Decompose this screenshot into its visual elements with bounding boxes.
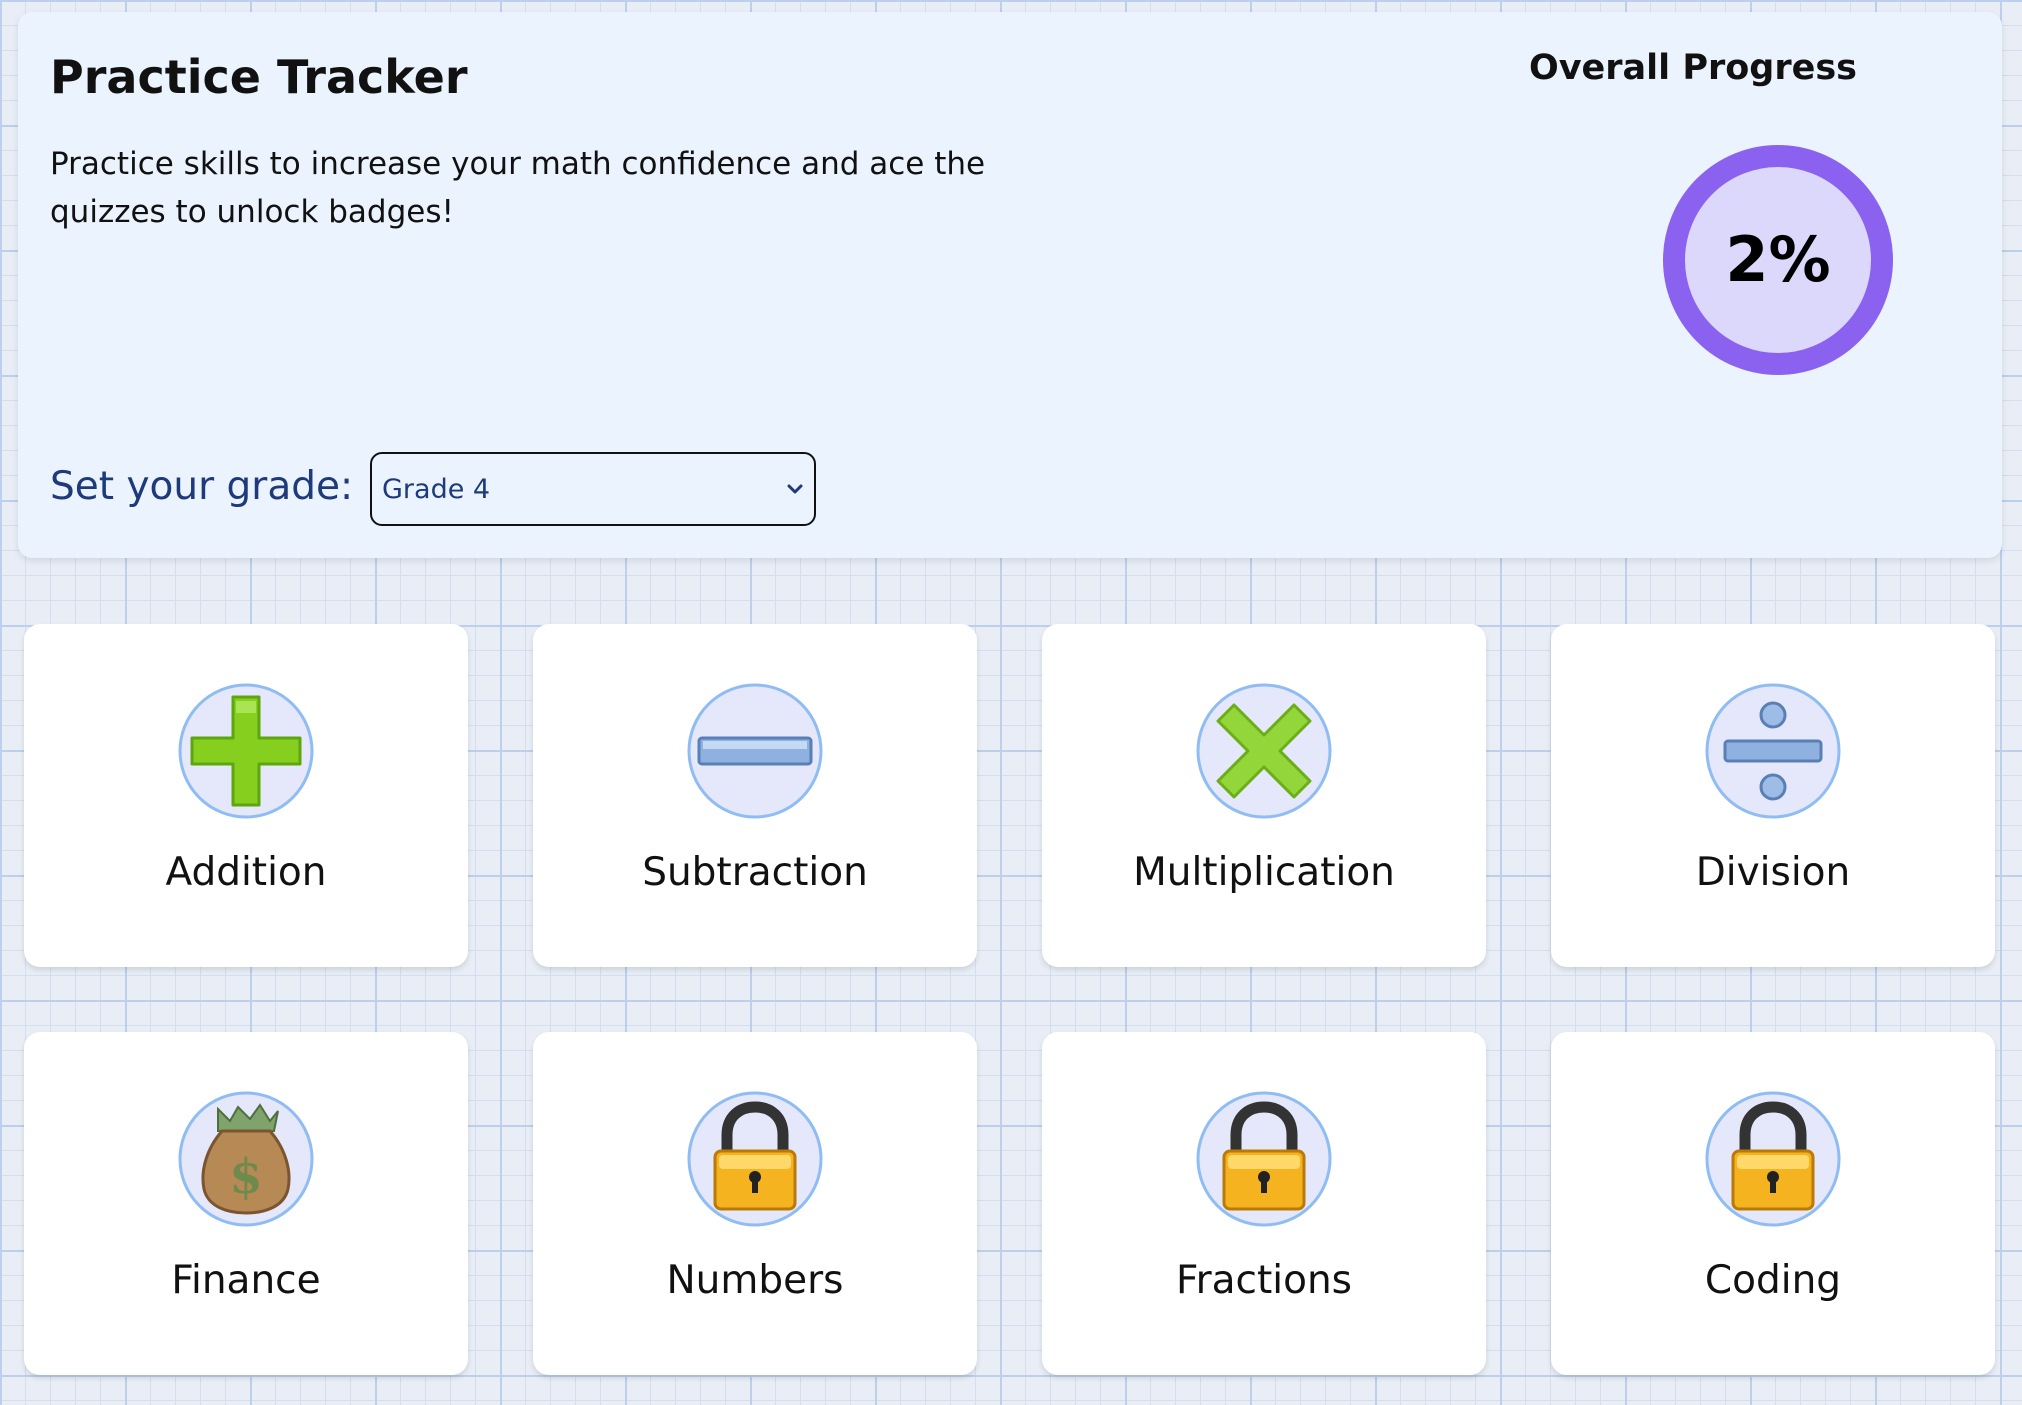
- skill-label: Division: [1695, 850, 1851, 895]
- skill-card-addition[interactable]: Addition: [24, 624, 468, 967]
- lock-icon: [1705, 1091, 1841, 1227]
- divide-icon: [1705, 683, 1841, 819]
- lock-icon: [1196, 1091, 1332, 1227]
- practice-tracker-panel: Practice Tracker Practice skills to incr…: [18, 12, 2002, 558]
- skill-card-division[interactable]: Division: [1551, 624, 1995, 967]
- lock-icon: [687, 1091, 823, 1227]
- progress-heading: Overall Progress: [1528, 48, 1858, 88]
- svg-text:$: $: [229, 1149, 262, 1205]
- skill-card-finance[interactable]: $ Finance: [24, 1032, 468, 1375]
- chevron-down-icon: [787, 484, 803, 494]
- skill-label: Multiplication: [1133, 850, 1395, 895]
- minus-icon: [687, 683, 823, 819]
- skill-card-coding[interactable]: Coding: [1551, 1032, 1995, 1375]
- page-title: Practice Tracker: [50, 50, 468, 104]
- intro-text: Practice skills to increase your math co…: [50, 146, 986, 230]
- times-icon: [1196, 683, 1332, 819]
- grade-select[interactable]: Grade 4: [370, 452, 816, 526]
- skill-label: Addition: [165, 850, 327, 895]
- plus-icon: [178, 683, 314, 819]
- skill-label: Fractions: [1176, 1258, 1352, 1303]
- progress-value: 2%: [1725, 223, 1831, 296]
- skill-card-subtraction[interactable]: Subtraction: [533, 624, 977, 967]
- grade-label: Set your grade:: [50, 464, 354, 509]
- skill-card-numbers[interactable]: Numbers: [533, 1032, 977, 1375]
- money-bag-icon: $: [178, 1091, 314, 1227]
- skill-label: Subtraction: [642, 850, 868, 895]
- grade-select-value: Grade 4: [382, 474, 491, 505]
- skill-cards-grid: Addition Subtraction Multiplication Divi…: [24, 624, 1997, 1375]
- skill-label: Finance: [171, 1258, 321, 1303]
- skill-label: Coding: [1704, 1258, 1842, 1303]
- skill-card-fractions[interactable]: Fractions: [1042, 1032, 1486, 1375]
- skill-label: Numbers: [666, 1258, 844, 1303]
- skill-card-multiplication[interactable]: Multiplication: [1042, 624, 1486, 967]
